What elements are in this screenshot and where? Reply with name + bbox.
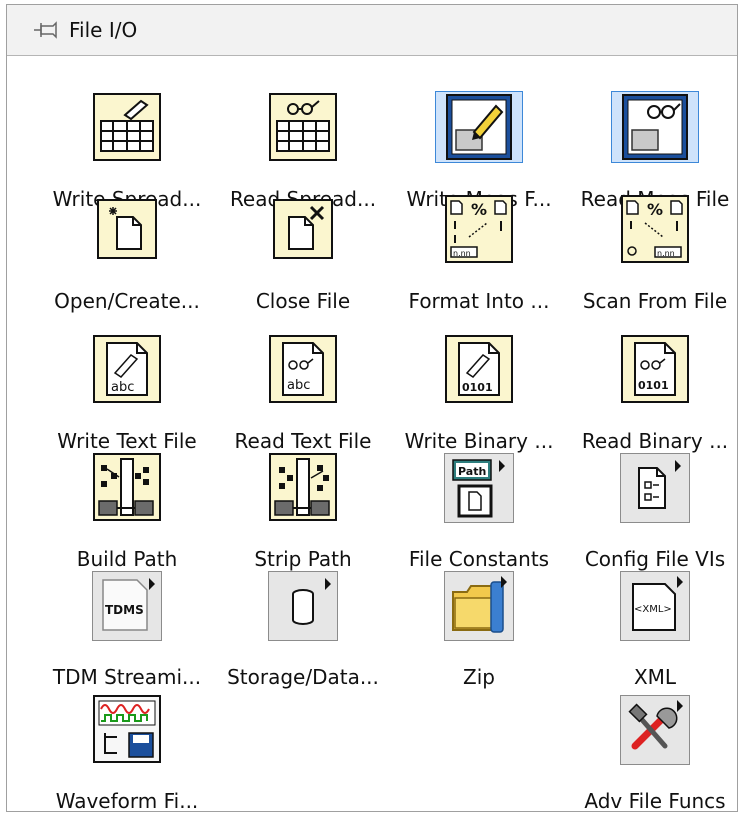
xml-badge-text: <XML> <box>634 604 672 615</box>
palette-item-label: Adv File Funcs <box>584 789 726 813</box>
format-into-file-icon: % n.nn <box>445 195 513 263</box>
palette-item-read-binary-file[interactable]: 0101 Read Binary ... <box>565 335 744 455</box>
write-measurement-file-icon <box>446 94 512 160</box>
tdms-icon: TDMS <box>92 571 162 641</box>
palette-item-label: Write Binary ... <box>404 429 554 453</box>
svg-text:abc: abc <box>111 380 134 395</box>
palette-item-zip[interactable]: Zip <box>389 571 569 691</box>
scan-from-file-icon: % n.nn <box>621 195 689 263</box>
selection-highlight <box>435 91 523 163</box>
strip-path-icon <box>269 453 337 521</box>
palette-item-label: XML <box>633 665 677 689</box>
path-badge-text: Path <box>458 465 486 478</box>
read-spreadsheet-icon <box>269 93 337 161</box>
palette-item-label: Open/Create... <box>54 289 200 313</box>
palette-item-label: Scan From File <box>582 289 728 313</box>
tdms-badge-text: TDMS <box>105 603 144 617</box>
palette-item-label: Waveform Fi... <box>55 789 199 813</box>
svg-text:%: % <box>647 200 663 219</box>
palette-item-build-path[interactable]: Build Path <box>37 453 217 573</box>
palette-item-label: Zip <box>463 665 495 689</box>
palette-title: File I/O <box>69 18 138 42</box>
read-measurement-file-icon <box>622 94 688 160</box>
advanced-file-functions-icon <box>620 695 690 765</box>
palette-item-advanced-file-functions[interactable]: Adv File Funcs <box>565 695 744 815</box>
svg-text:0101: 0101 <box>638 379 669 392</box>
palette-item-label: Write Text File <box>57 429 197 453</box>
write-spreadsheet-icon <box>93 93 161 161</box>
palette-item-label: Read Text File <box>234 429 372 453</box>
palette-item-scan-from-file[interactable]: % n.nn Scan From File <box>565 195 744 315</box>
palette-item-read-text-file[interactable]: abc Read Text File <box>213 335 393 455</box>
palette-item-label: Build Path <box>76 547 178 571</box>
palette-item-label: Strip Path <box>254 547 352 571</box>
palette-item-storage-database[interactable]: Storage/Data... <box>213 571 393 691</box>
palette-item-label: Format Into ... <box>408 289 550 313</box>
svg-text:n.nn: n.nn <box>453 249 471 258</box>
palette-item-label: Read Binary ... <box>581 429 729 453</box>
pushpin-icon[interactable] <box>33 19 59 41</box>
file-constants-icon: Path <box>444 453 514 523</box>
xml-icon: <XML> <box>620 571 690 641</box>
palette-item-strip-path[interactable]: Strip Path <box>213 453 393 573</box>
palette-item-write-binary-file[interactable]: 0101 Write Binary ... <box>389 335 569 455</box>
read-text-file-icon: abc <box>269 335 337 403</box>
palette-title-bar: File I/O <box>7 5 737 56</box>
file-io-palette: File I/O Write Spread... <box>6 4 738 815</box>
svg-text:%: % <box>471 200 487 219</box>
waveform-file-icon <box>93 695 161 763</box>
palette-item-config-file-vis[interactable]: Config File VIs <box>565 453 744 573</box>
svg-text:0101: 0101 <box>462 381 493 394</box>
selection-highlight <box>611 91 699 163</box>
palette-item-label: TDM Streami... <box>52 665 202 689</box>
read-binary-file-icon: 0101 <box>621 335 689 403</box>
palette-item-file-constants[interactable]: Path File Constants <box>389 453 569 573</box>
palette-item-label: Storage/Data... <box>227 665 379 689</box>
svg-text:abc: abc <box>287 378 310 393</box>
zip-folder-icon <box>444 571 514 641</box>
svg-text:n.nn: n.nn <box>657 249 675 258</box>
close-file-icon <box>273 199 333 259</box>
palette-item-label: Config File VIs <box>584 547 726 571</box>
palette-item-write-text-file[interactable]: abc Write Text File <box>37 335 217 455</box>
storage-database-icon <box>268 571 338 641</box>
palette-item-open-create-file[interactable]: Open/Create... <box>37 195 217 315</box>
config-file-icon <box>620 453 690 523</box>
palette-item-label: File Constants <box>408 547 550 571</box>
write-binary-file-icon: 0101 <box>445 335 513 403</box>
write-text-file-icon: abc <box>93 335 161 403</box>
palette-item-waveform-file[interactable]: Waveform Fi... <box>37 695 217 815</box>
palette-item-label: Close File <box>255 289 351 313</box>
build-path-icon <box>93 453 161 521</box>
palette-item-tdm-streaming[interactable]: TDMS TDM Streami... <box>37 571 217 691</box>
open-create-file-icon <box>97 199 157 259</box>
palette-item-format-into-file[interactable]: % n.nn Format Into ... <box>389 195 569 315</box>
palette-item-close-file[interactable]: Close File <box>213 195 393 315</box>
palette-item-xml[interactable]: <XML> XML <box>565 571 744 691</box>
